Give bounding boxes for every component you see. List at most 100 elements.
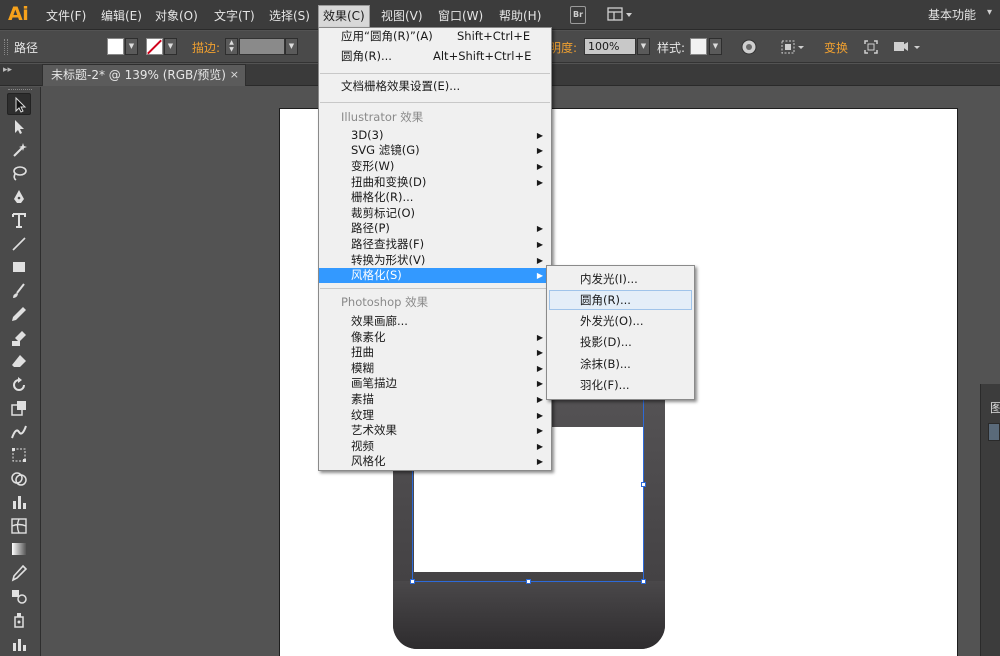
align-icon[interactable] [780,38,806,56]
menu-item-pixelate[interactable]: 像素化 ▶ [319,330,551,345]
menu-item-stylize-photoshop[interactable]: 风格化 ▶ [319,454,551,469]
submenu-arrow-icon: ▶ [536,131,543,140]
menu-object[interactable]: 对象(O) [151,6,202,26]
tools-grip-handle[interactable] [8,89,32,92]
style-dropdown-button[interactable]: ▼ [709,38,722,55]
opacity-field[interactable]: 100% [584,38,636,55]
scale-tool-icon[interactable] [7,397,31,419]
menu-item-stylize[interactable]: 风格化(S) ▶ [319,268,551,283]
menu-item-label: 路径查找器(F) [351,237,425,251]
menu-view[interactable]: 视图(V) [377,6,427,26]
stroke-label[interactable]: 描边: [192,39,220,56]
menu-item-path[interactable]: 路径(P) ▶ [319,221,551,236]
direct-selection-tool-icon[interactable] [7,116,31,138]
opacity-dropdown-button[interactable]: ▼ [637,38,650,55]
column-graph-tool-icon[interactable] [7,491,31,513]
gradient-tool-icon[interactable] [7,538,31,560]
menu-edit[interactable]: 编辑(E) [97,6,146,26]
submenu-item-scribble[interactable]: 涂抹(B)... [549,354,692,374]
menu-help[interactable]: 帮助(H) [495,6,545,26]
transform-link[interactable]: 变换 [824,39,848,56]
submenu-item-inner-glow[interactable]: 内发光(I)... [549,269,692,289]
rectangle-tool-icon[interactable] [7,256,31,278]
menu-item-sketch[interactable]: 素描 ▶ [319,392,551,407]
selection-tool-icon[interactable] [7,93,31,115]
magic-wand-tool-icon[interactable] [7,139,31,161]
type-tool-icon[interactable] [7,209,31,231]
menu-item-artistic[interactable]: 艺术效果 ▶ [319,423,551,438]
selection-kind-label: 路径 [14,41,39,55]
menu-item-svg-filters[interactable]: SVG 滤镜(G) ▶ [319,143,551,158]
chevron-down-icon[interactable]: ▾ [987,7,992,18]
submenu-item-outer-glow[interactable]: 外发光(O)... [549,311,692,331]
menu-item-convert-to-shape[interactable]: 转换为形状(V) ▶ [319,253,551,268]
menu-item-distort-transform[interactable]: 扭曲和变换(D) ▶ [319,175,551,190]
workspace-switcher[interactable]: 基本功能 [928,6,976,23]
menu-item-document-raster-settings[interactable]: 文档栅格效果设置(E)... [319,79,551,94]
panel-icon[interactable] [988,423,1000,441]
menu-item-texture[interactable]: 纹理 ▶ [319,408,551,423]
line-tool-icon[interactable] [7,233,31,255]
menu-item-3d[interactable]: 3D(3) ▶ [319,128,551,143]
grip-handle[interactable] [4,39,8,55]
collapse-panels-icon[interactable]: ▸▸ [3,65,12,75]
stroke-weight-spinner[interactable]: ▲ ▼ [225,38,238,55]
menu-item-shortcut: Alt+Shift+Ctrl+E [433,49,532,63]
arrange-documents-icon[interactable] [607,6,633,24]
menu-effect[interactable]: 效果(C) [318,5,370,27]
menu-item-distort[interactable]: 扭曲 ▶ [319,345,551,360]
free-transform-tool-icon[interactable] [7,444,31,466]
graph-tool-icon[interactable] [7,632,31,654]
menu-item-warp[interactable]: 变形(W) ▶ [319,159,551,174]
close-icon[interactable]: × [230,65,239,85]
stroke-color-dropdown-button[interactable]: ▼ [164,38,177,55]
document-setup-icon[interactable] [740,38,758,56]
mesh-tool-icon[interactable] [7,515,31,537]
shape-builder-tool-icon[interactable] [7,468,31,490]
stroke-weight-dropdown-button[interactable]: ▼ [285,38,298,55]
fill-dropdown-button[interactable]: ▼ [125,38,138,55]
menu-item-blur[interactable]: 模糊 ▶ [319,361,551,376]
menu-item-crop-marks[interactable]: 裁剪标记(O) [319,206,551,221]
rotate-tool-icon[interactable] [7,374,31,396]
eyedropper-tool-icon[interactable] [7,562,31,584]
fill-color-swatch[interactable] [107,38,124,55]
stroke-weight-field[interactable] [239,38,285,55]
menu-select[interactable]: 选择(S) [265,6,314,26]
menu-item-label: 扭曲 [351,345,374,359]
menu-file[interactable]: 文件(F) [42,6,90,26]
menu-item-label: 栅格化(R)... [351,190,414,204]
submenu-item-feather[interactable]: 羽化(F)... [549,375,692,395]
warp-tool-icon[interactable] [7,421,31,443]
submenu-item-round-corners[interactable]: 圆角(R)... [549,290,692,310]
symbol-sprayer-tool-icon[interactable] [7,609,31,631]
menu-item-pathfinder[interactable]: 路径查找器(F) ▶ [319,237,551,252]
menu-item-brush-strokes[interactable]: 画笔描边 ▶ [319,376,551,391]
menu-window[interactable]: 窗口(W) [434,6,487,26]
menu-type[interactable]: 文字(T) [210,6,259,26]
document-tab[interactable]: 未标题-2* @ 139% (RGB/预览) × [42,64,246,86]
submenu-item-drop-shadow[interactable]: 投影(D)... [549,332,692,352]
pen-tool-icon[interactable] [7,186,31,208]
blend-tool-icon[interactable] [7,585,31,607]
transform-bounds-icon[interactable] [862,38,880,56]
document-tab-title: 未标题-2* @ 139% (RGB/预览) [51,68,226,82]
submenu-arrow-icon: ▶ [536,146,543,155]
opacity-label[interactable]: 明度: [549,39,577,56]
menu-item-rasterize[interactable]: 栅格化(R)... [319,190,551,205]
lasso-tool-icon[interactable] [7,162,31,184]
submenu-arrow-icon: ▶ [536,240,543,249]
blob-brush-tool-icon[interactable] [7,327,31,349]
pencil-tool-icon[interactable] [7,303,31,325]
stroke-color-swatch[interactable] [146,38,163,55]
bridge-icon[interactable]: Br [570,6,586,24]
menu-item-apply-last-effect[interactable]: 应用“圆角(R)”(A) Shift+Ctrl+E [319,29,551,44]
isolate-group-icon[interactable] [892,38,922,56]
menu-item-last-effect[interactable]: 圆角(R)... Alt+Shift+Ctrl+E [319,49,551,64]
paintbrush-tool-icon[interactable] [7,280,31,302]
menu-item-video[interactable]: 视频 ▶ [319,439,551,454]
eraser-tool-icon[interactable] [7,350,31,372]
graphic-style-swatch[interactable] [690,38,707,55]
menu-item-effect-gallery[interactable]: 效果画廊... [319,314,551,329]
submenu-arrow-icon: ▶ [536,162,543,171]
